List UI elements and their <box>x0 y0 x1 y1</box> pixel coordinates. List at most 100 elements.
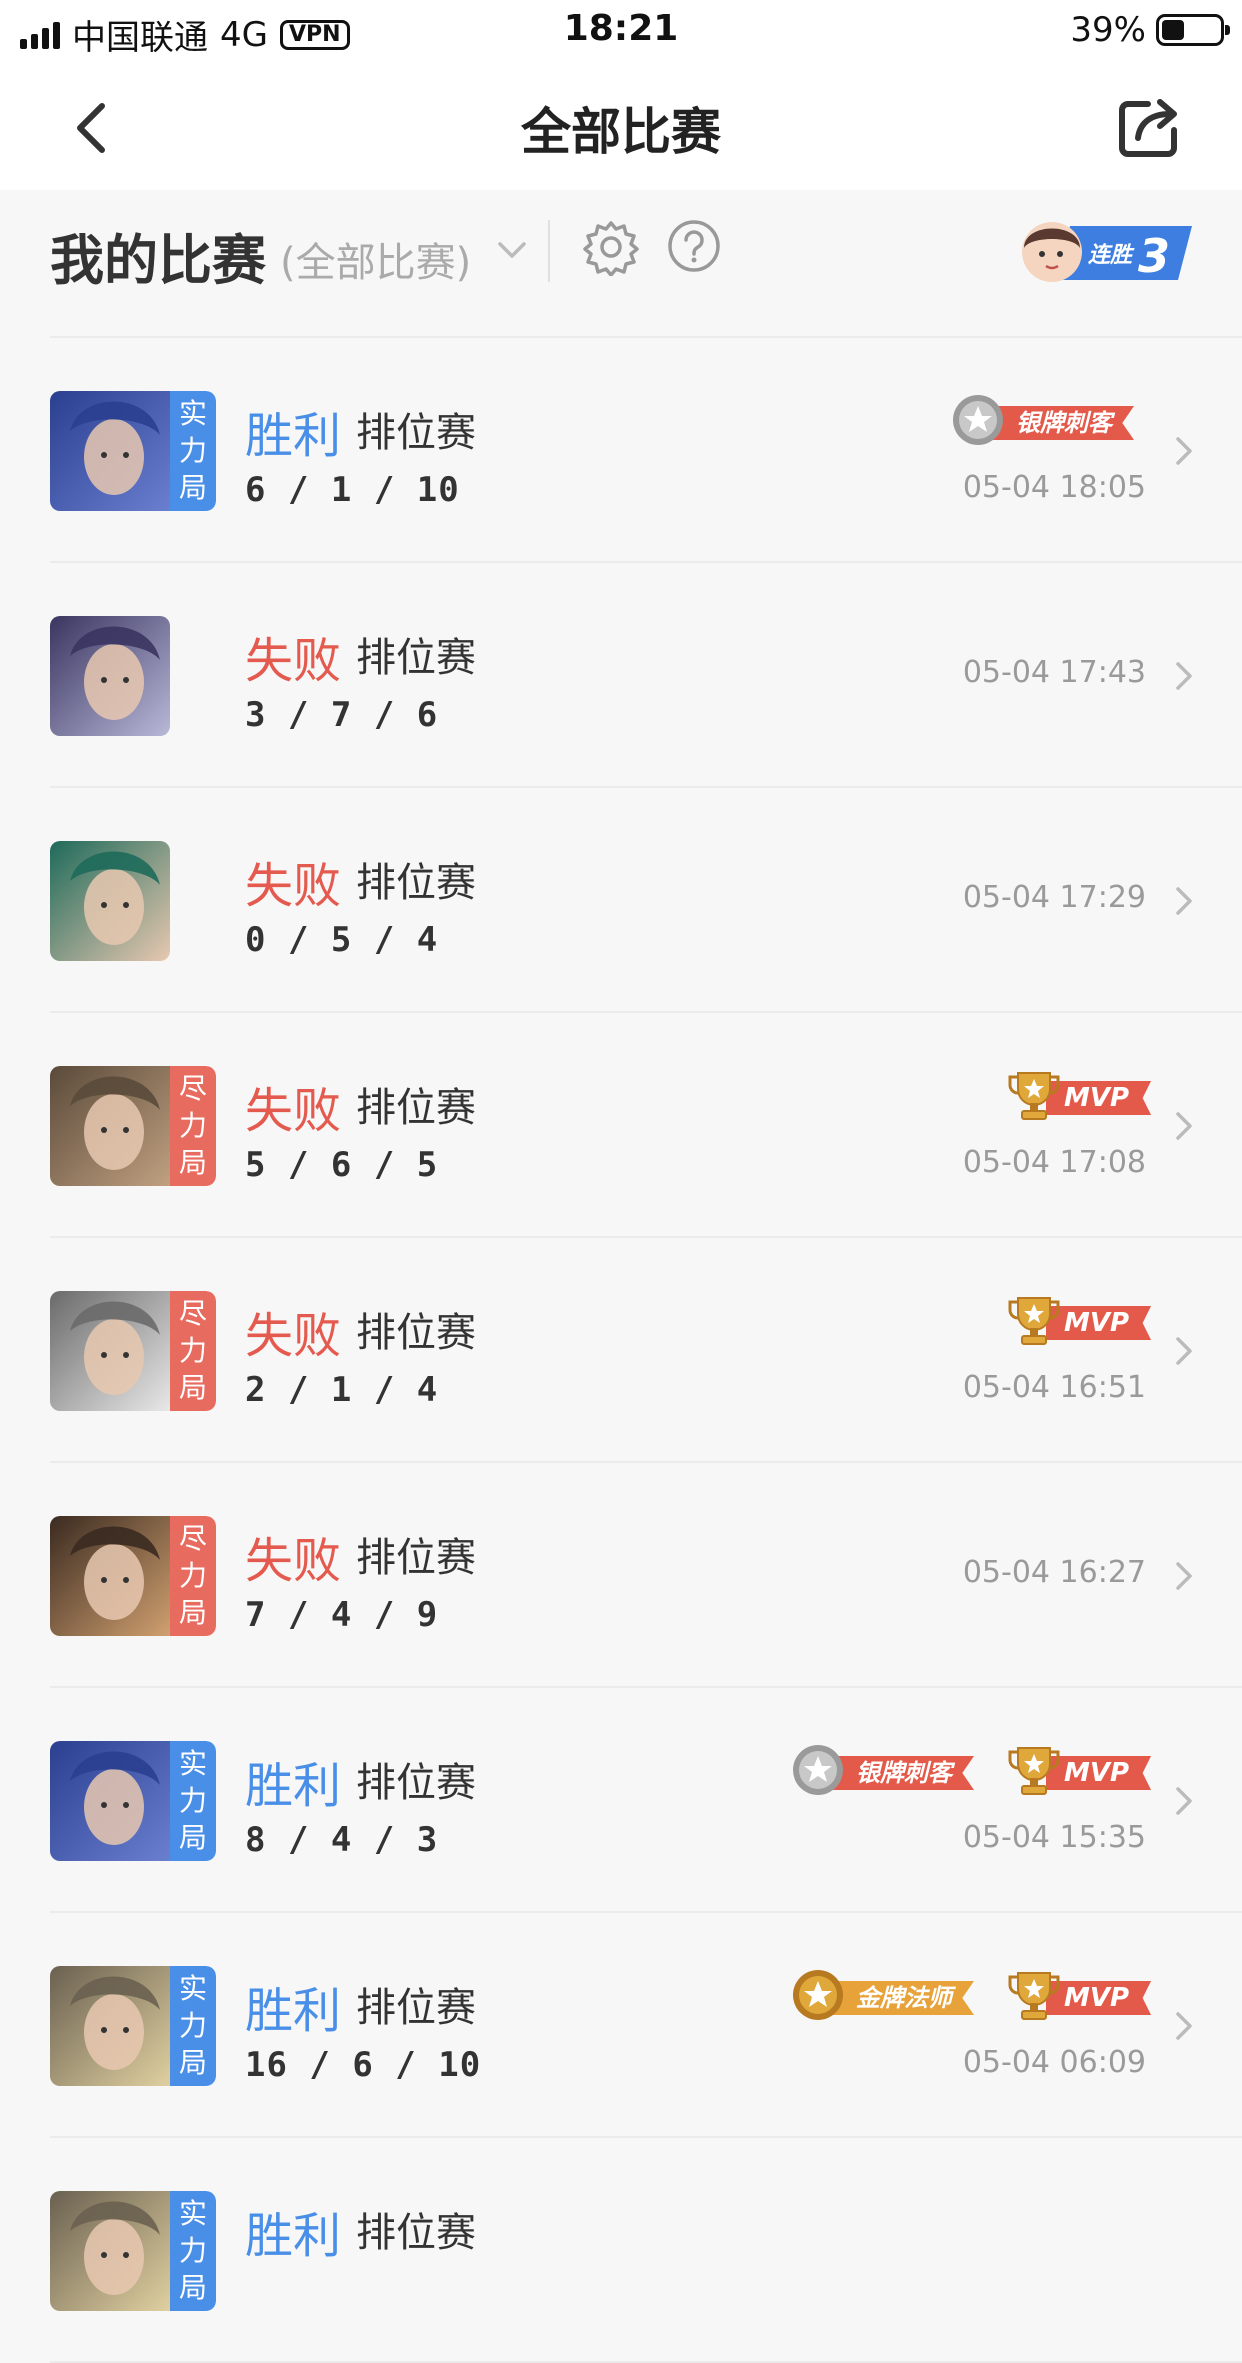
hero-avatar <box>50 841 170 961</box>
match-row[interactable]: 实力局胜利 排位赛 16 / 6 / 10 金牌法师 MVP 05-04 06:09 <box>50 1913 1242 2138</box>
tier-tag-char: 局 <box>178 1371 207 1404</box>
match-result: 失败 <box>245 633 342 689</box>
win-streak-badge[interactable]: 连胜 3 <box>1018 208 1192 292</box>
match-time: 05-04 15:35 <box>962 1820 1146 1855</box>
hero-avatar: 尽力局 <box>50 1291 216 1411</box>
match-badges: 银牌刺客 MVP <box>790 1742 1152 1800</box>
match-result: 失败 <box>245 858 342 914</box>
match-mode: 排位赛 <box>356 2210 476 2256</box>
tier-tag: 尽力局 <box>170 1516 216 1636</box>
honor-badge: 金牌法师 <box>790 1967 986 2025</box>
clock: 18:21 <box>563 8 679 49</box>
match-kda: 8 / 4 / 3 <box>245 1820 439 1860</box>
match-kda: 3 / 7 / 6 <box>245 695 439 735</box>
tier-tag-char: 实 <box>178 2197 207 2230</box>
tier-tag: 尽力局 <box>170 1291 216 1411</box>
tier-tag-char: 局 <box>178 1146 207 1179</box>
my-matches-title: 我的比赛 <box>50 229 266 292</box>
tier-tag-char: 力 <box>178 1109 207 1142</box>
tier-tag-char: 力 <box>178 434 207 467</box>
hero-portrait <box>50 1066 170 1186</box>
hero-avatar: 实力局 <box>50 2191 216 2311</box>
tier-tag-char: 力 <box>178 1334 207 1367</box>
match-mode: 排位赛 <box>356 1760 476 1806</box>
match-kda: 0 / 5 / 4 <box>245 920 439 960</box>
match-time: 05-04 18:05 <box>962 470 1146 505</box>
badge-label: 金牌法师 <box>828 1981 974 2015</box>
hero-portrait <box>50 841 170 961</box>
badge-label: 银牌刺客 <box>988 406 1134 440</box>
nav-bar: 全部比赛 <box>0 62 1242 190</box>
tier-tag-char: 力 <box>178 2009 207 2042</box>
mvp-badge: MVP <box>1006 1742 1152 1800</box>
match-row[interactable]: 失败 排位赛 3 / 7 / 6 05-04 17:43 <box>50 563 1242 788</box>
tier-tag-char: 力 <box>178 1784 207 1817</box>
gear-icon[interactable] <box>582 218 640 276</box>
chevron-right-icon[interactable] <box>1172 1558 1196 1594</box>
trophy-icon <box>1008 1972 1060 2020</box>
honor-badge: 银牌刺客 <box>950 392 1146 450</box>
tier-tag-char: 力 <box>178 2234 207 2267</box>
match-filter-dropdown[interactable]: (全部比赛) <box>280 230 471 288</box>
match-mode: 排位赛 <box>356 410 476 456</box>
status-bar: 中国联通 4G VPN 18:21 39% <box>0 0 1242 62</box>
chevron-down-icon[interactable] <box>492 230 532 270</box>
match-time: 05-04 17:29 <box>962 880 1146 915</box>
share-icon[interactable] <box>1114 92 1184 162</box>
hero-portrait <box>50 1291 170 1411</box>
chevron-right-icon[interactable] <box>1172 658 1196 694</box>
match-result: 胜利 <box>245 1758 342 1814</box>
tier-tag-char: 局 <box>178 1596 207 1629</box>
match-row[interactable]: 实力局胜利 排位赛 8 / 4 / 3 银牌刺客 MVP 05-04 15:35 <box>50 1688 1242 1913</box>
tier-tag: 实力局 <box>170 391 216 511</box>
match-mode: 排位赛 <box>356 1985 476 2031</box>
mvp-badge: MVP <box>1006 1292 1152 1350</box>
match-badges: 银牌刺客 <box>950 392 1146 450</box>
streak-label: 连胜 <box>1088 243 1135 268</box>
tier-tag-char: 局 <box>178 2271 207 2304</box>
match-mode: 排位赛 <box>356 635 476 681</box>
match-result: 胜利 <box>245 408 342 464</box>
match-row[interactable]: 尽力局失败 排位赛 2 / 1 / 4 MVP 05-04 16:51 <box>50 1238 1242 1463</box>
match-time: 05-04 17:43 <box>962 655 1146 690</box>
match-row[interactable]: 实力局胜利 排位赛 6 / 1 / 10 银牌刺客 05-04 18:05 <box>50 338 1242 563</box>
match-time: 05-04 16:27 <box>962 1555 1146 1590</box>
chevron-right-icon[interactable] <box>1172 2008 1196 2044</box>
tier-tag-char: 局 <box>178 1821 207 1854</box>
match-row[interactable]: 实力局胜利 排位赛 <box>50 2138 1242 2363</box>
tier-tag-char: 实 <box>178 1747 207 1780</box>
match-list: 实力局胜利 排位赛 6 / 1 / 10 银牌刺客 05-04 18:05 失败 排位赛… <box>0 338 1242 2363</box>
medal-icon <box>793 1745 843 1795</box>
match-row[interactable]: 尽力局失败 排位赛 5 / 6 / 5 MVP 05-04 17:08 <box>50 1013 1242 1238</box>
chevron-right-icon[interactable] <box>1172 883 1196 919</box>
tier-tag-char: 实 <box>178 397 207 430</box>
tier-tag-char: 尽 <box>178 1072 207 1105</box>
match-result: 失败 <box>245 1533 342 1589</box>
match-badges: 金牌法师 MVP <box>790 1967 1152 2025</box>
match-time: 05-04 16:51 <box>962 1370 1146 1405</box>
hero-avatar: 实力局 <box>50 1741 216 1861</box>
trophy-icon <box>1008 1297 1060 1345</box>
tier-tag-char: 局 <box>178 2046 207 2079</box>
help-icon[interactable] <box>666 218 722 274</box>
hero-avatar: 实力局 <box>50 1966 216 2086</box>
chevron-right-icon[interactable] <box>1172 433 1196 469</box>
match-row[interactable]: 失败 排位赛 0 / 5 / 4 05-04 17:29 <box>50 788 1242 1013</box>
hero-portrait <box>50 1516 170 1636</box>
match-kda: 16 / 6 / 10 <box>245 2045 482 2085</box>
chevron-right-icon[interactable] <box>1172 1783 1196 1819</box>
tier-tag: 实力局 <box>170 2191 216 2311</box>
medal-icon <box>793 1970 843 2020</box>
tier-tag: 实力局 <box>170 1741 216 1861</box>
hero-avatar: 实力局 <box>50 391 216 511</box>
filter-header: 我的比赛 (全部比赛) 连胜 3 <box>0 190 1242 336</box>
chevron-right-icon[interactable] <box>1172 1108 1196 1144</box>
streak-count: 3 <box>1138 229 1170 283</box>
match-row[interactable]: 尽力局失败 排位赛 7 / 4 / 9 05-04 16:27 <box>50 1463 1242 1688</box>
hero-portrait <box>50 391 170 511</box>
chevron-right-icon[interactable] <box>1172 1333 1196 1369</box>
match-badges: MVP <box>1006 1292 1152 1350</box>
hero-portrait <box>50 1741 170 1861</box>
battery-percent: 39% <box>1070 10 1146 50</box>
tier-tag-char: 局 <box>178 471 207 504</box>
